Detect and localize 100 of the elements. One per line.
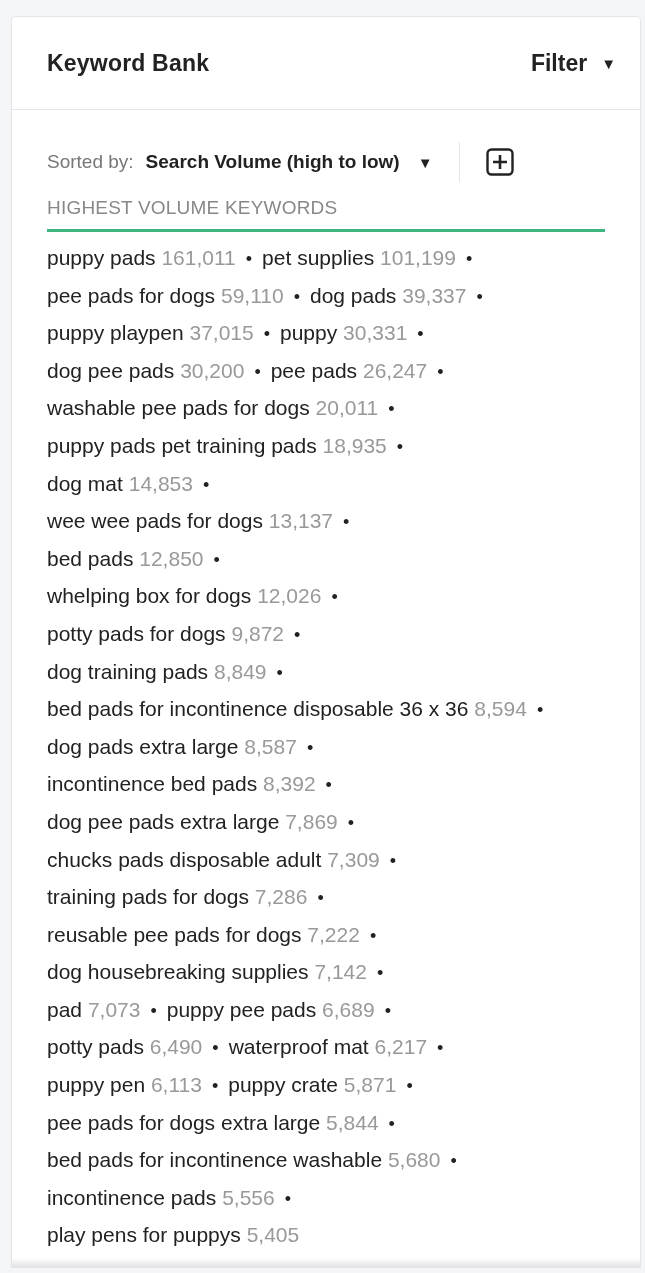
bullet-separator: • [388,1113,395,1134]
keyword: puppy pen [47,1073,146,1097]
keyword: puppy [280,321,338,345]
keyword: dog pads extra large [47,734,239,758]
search-volume: 30,200 [180,358,245,382]
keyword: whelping box for dogs [47,584,252,608]
bullet-separator: • [376,963,384,984]
keyword: puppy pads [47,246,156,269]
bullet-separator: • [388,399,395,420]
keyword: dog mat [47,471,123,495]
bullet-separator: • [536,700,544,721]
search-volume: 7,222 [307,922,360,946]
bullet-separator: • [306,737,314,758]
bullet-separator: • [263,324,270,345]
keyword: waterproof mat [228,1035,369,1059]
search-volume: 8,392 [263,772,316,796]
bullet-separator: • [476,286,483,307]
keyword: incontinence bed pads [47,772,258,796]
bullet-separator: • [245,249,253,269]
bullet-separator: • [389,850,397,871]
bullet-separator: • [202,474,210,495]
search-volume: 37,015 [189,321,254,345]
search-volume: 161,011 [161,246,236,269]
search-volume: 5,844 [326,1110,379,1134]
search-volume: 9,872 [231,621,285,645]
search-volume: 5,405 [246,1223,300,1247]
section-heading: HIGHEST VOLUME KEYWORDS [47,197,605,232]
search-volume: 6,113 [150,1073,202,1097]
panel-title: Keyword Bank [47,49,210,77]
bullet-separator: • [406,1076,413,1097]
bullet-separator: • [384,1000,391,1021]
bullet-separator: • [212,1038,219,1059]
bullet-separator: • [331,587,338,608]
keyword: puppy pee pads [166,997,317,1021]
search-volume: 14,853 [128,471,193,495]
search-volume: 12,026 [257,584,322,608]
bullet-separator: • [317,888,324,909]
bullet-separator: • [369,925,377,946]
filter-dropdown[interactable]: Filter ▼ [530,49,616,77]
search-volume: 7,073 [87,997,141,1021]
bullet-separator: • [254,361,261,382]
search-volume: 101,199 [380,246,456,269]
bullet-separator: • [465,249,473,269]
search-volume: 12,850 [139,546,204,570]
search-volume: 7,869 [285,809,338,833]
search-volume: 13,137 [268,509,334,533]
bullet-separator: • [150,1000,157,1021]
keyword: bed pads [47,546,134,570]
sort-dropdown[interactable]: Search Volume (high to low) ▼ [145,151,433,173]
keyword: incontinence pads [47,1185,217,1209]
keyword: bed pads for incontinence washable [47,1148,383,1172]
search-volume: 39,337 [402,283,467,307]
search-volume: 8,849 [213,659,267,683]
keyword: washable pee pads for dogs [47,396,310,420]
keyword: pee pads [270,358,358,382]
search-volume: 30,331 [343,321,408,345]
keyword: dog housebreaking supplies [47,960,309,984]
search-volume: 8,587 [244,734,297,758]
search-volume: 8,594 [474,697,527,721]
keyword: dog pee pads [47,358,175,382]
search-volume: 5,680 [387,1148,441,1172]
keyword: puppy playpen [47,321,184,345]
keyword: chucks pads disposable adult [47,847,322,871]
search-volume: 6,217 [374,1035,428,1059]
search-volume: 20,011 [315,396,379,420]
search-volume: 26,247 [362,358,428,382]
add-icon[interactable] [485,148,514,176]
bullet-separator: • [450,1151,457,1172]
bullet-separator: • [396,436,404,457]
bullet-separator: • [213,549,220,570]
keyword: pee pads for dogs [47,283,216,307]
bullet-separator: • [347,812,355,833]
bullet-separator: • [343,512,350,533]
keyword: bed pads for incontinence disposable 36 x 36 [47,697,469,721]
keyword: potty pads [47,1035,144,1059]
keyword: training pads for dogs [47,885,249,909]
keyword: reusable pee pads for dogs [47,922,302,946]
keyword: dog pads [309,283,397,307]
search-volume: 7,142 [314,960,367,984]
keyword: play pens for puppys [47,1223,241,1247]
sort-label: Sorted by: [47,151,134,173]
bullet-separator: • [417,324,424,345]
keyword: dog pee pads extra large [47,809,280,833]
bullet-separator: • [437,361,444,382]
bullet-separator: • [211,1076,219,1097]
search-volume: 5,556 [222,1185,275,1209]
keyword: wee wee pads for dogs [47,509,263,533]
bullet-separator: • [294,624,301,645]
bullet-separator: • [437,1038,444,1059]
bullet-separator: • [293,286,300,307]
search-volume: 18,935 [322,433,387,457]
bullet-separator: • [276,662,283,683]
search-volume: 59,110 [220,283,284,307]
keyword: pet supplies [262,246,375,269]
keyword: potty pads for dogs [47,621,226,645]
keyword: puppy pads pet training pads [47,433,317,457]
search-volume: 5,871 [343,1073,397,1097]
search-volume: 7,286 [254,885,308,909]
keyword: pee pads for dogs extra large [47,1110,321,1134]
keyword: puppy crate [228,1073,338,1097]
